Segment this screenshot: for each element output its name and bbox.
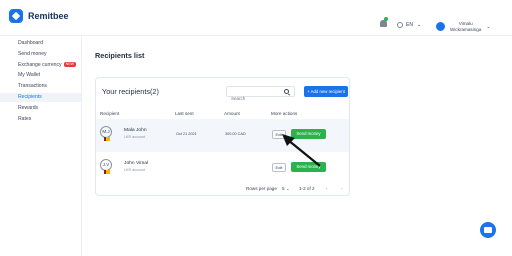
search-icon[interactable]	[284, 89, 289, 94]
sidebar-item-dashboard[interactable]: Dashboard	[0, 39, 81, 48]
sidebar-item-transactions[interactable]: Transactions	[0, 82, 81, 91]
chat-icon[interactable]	[480, 222, 496, 238]
search-input[interactable]	[227, 94, 279, 103]
rows-per-page-select[interactable]: 5 ⌄	[282, 186, 290, 192]
next-page-icon[interactable]: ›	[341, 186, 343, 191]
new-badge: NEW	[63, 62, 76, 68]
sidebar-item-rates[interactable]: Rates	[0, 115, 81, 124]
column-header-more-actions: More actions	[271, 111, 298, 116]
recipient-account-type: LKR account	[124, 135, 146, 139]
chevron-down-icon: ⌄	[486, 23, 491, 30]
sidebar-item-rewards[interactable]: Rewards	[0, 104, 81, 113]
user-avatar-icon	[436, 22, 445, 31]
recipient-name: Mala John	[124, 128, 147, 133]
recipient-account-type: LKR account	[124, 168, 146, 172]
last-sent-date: Oct 21 2021	[176, 132, 197, 136]
card-title: Your recipients(2)	[102, 87, 159, 96]
amount-value: 300.00 CAD	[225, 132, 246, 136]
sidebar: Dashboard Send money Exchange currency NE…	[0, 36, 82, 256]
globe-icon	[397, 22, 403, 28]
add-recipient-button[interactable]: + Add new recipient	[304, 86, 348, 97]
sri-lanka-flag-icon	[104, 137, 110, 141]
language-label: EN	[406, 22, 413, 28]
sidebar-item-recipients[interactable]: Recipients	[0, 93, 81, 102]
recipient-name: John Vimal	[124, 161, 149, 166]
notification-dot	[384, 17, 388, 21]
user-menu[interactable]: Vimalu Wickramasinga ⌄	[436, 21, 491, 32]
logo[interactable]: Remitbee	[9, 8, 69, 24]
logo-icon	[9, 9, 23, 23]
column-header-last-sent: Last sent	[175, 111, 194, 116]
sri-lanka-flag-icon	[104, 170, 110, 174]
sidebar-item-my-wallet[interactable]: My Wallet	[0, 71, 81, 80]
language-selector[interactable]: EN ⌄	[397, 22, 421, 28]
top-bar: Remitbee EN ⌄ Vimalu Wickramasinga ⌄	[0, 0, 512, 36]
sidebar-item-send-money[interactable]: Send money	[0, 50, 81, 59]
search-box[interactable]	[226, 86, 295, 103]
prev-page-icon[interactable]: ‹	[326, 186, 328, 191]
page-title: Recipients list	[95, 51, 145, 60]
logo-text: Remitbee	[28, 11, 69, 21]
chevron-down-icon: ⌄	[416, 22, 422, 28]
user-name: Vimalu Wickramasinga	[450, 21, 482, 32]
arrow-annotation	[282, 134, 321, 167]
rows-per-page-label: Rows per page	[246, 186, 277, 191]
sidebar-item-exchange-currency[interactable]: Exchange currency NEW	[0, 61, 81, 70]
bell-icon[interactable]	[380, 17, 388, 27]
pagination-range: 1-2 of 2	[299, 186, 315, 191]
column-header-amount: Amount	[224, 111, 240, 116]
column-header-recipient: Recipient	[100, 111, 120, 116]
